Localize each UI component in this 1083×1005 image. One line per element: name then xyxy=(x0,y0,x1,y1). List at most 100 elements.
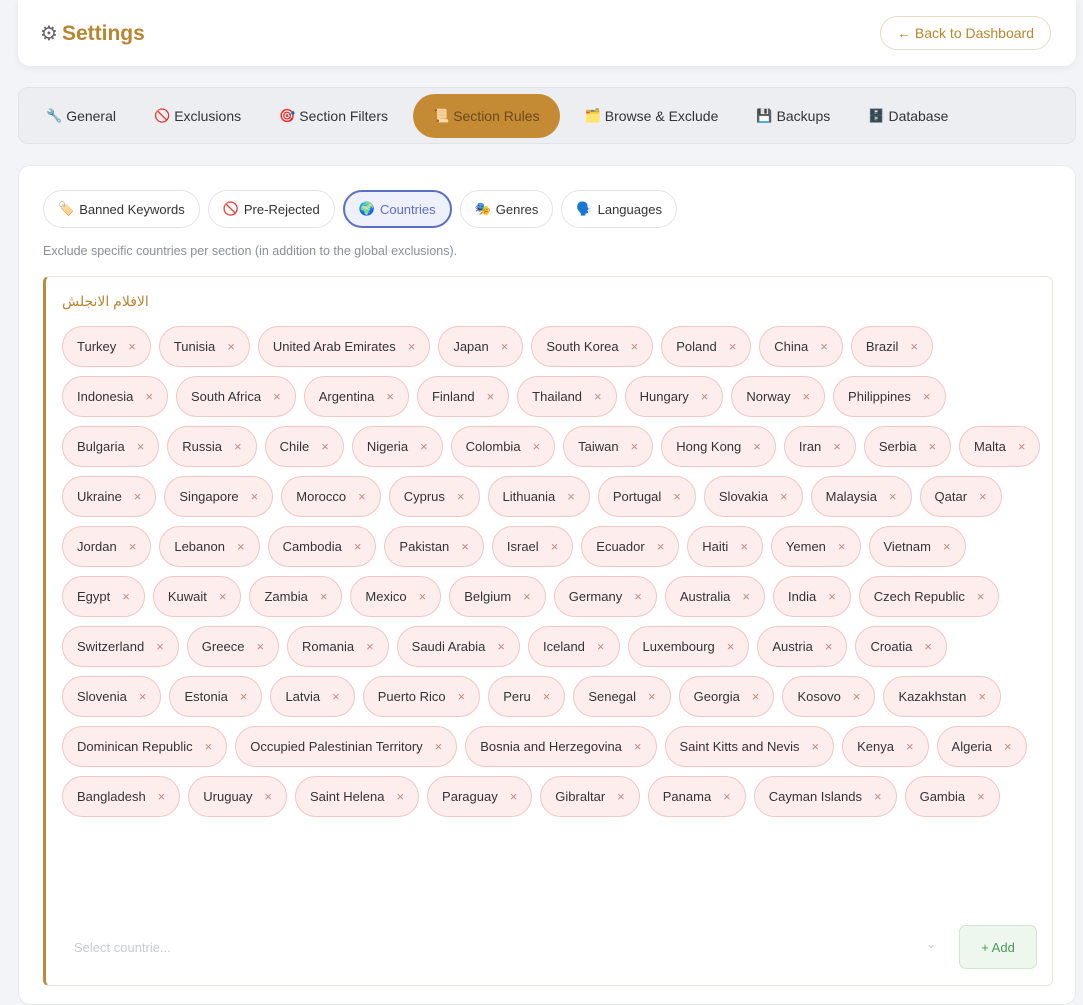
remove-country-icon[interactable]: × xyxy=(833,439,841,454)
remove-country-icon[interactable]: × xyxy=(631,339,639,354)
remove-country-icon[interactable]: × xyxy=(457,489,465,504)
remove-country-icon[interactable]: × xyxy=(501,339,509,354)
remove-country-icon[interactable]: × xyxy=(979,489,987,504)
tab-exclusions[interactable]: 🚫 Exclusions xyxy=(141,94,254,138)
remove-country-icon[interactable]: × xyxy=(137,439,145,454)
remove-country-icon[interactable]: × xyxy=(838,539,846,554)
remove-country-icon[interactable]: × xyxy=(634,589,642,604)
remove-country-icon[interactable]: × xyxy=(420,439,428,454)
remove-country-icon[interactable]: × xyxy=(366,639,374,654)
remove-country-icon[interactable]: × xyxy=(386,389,394,404)
remove-country-icon[interactable]: × xyxy=(523,589,531,604)
remove-country-icon[interactable]: × xyxy=(617,789,625,804)
remove-country-icon[interactable]: × xyxy=(533,439,541,454)
remove-country-icon[interactable]: × xyxy=(408,339,416,354)
remove-country-icon[interactable]: × xyxy=(729,339,737,354)
tab-browse-exclude[interactable]: 🗂️ Browse & Exclude xyxy=(572,94,732,138)
remove-country-icon[interactable]: × xyxy=(594,389,602,404)
remove-country-icon[interactable]: × xyxy=(227,339,235,354)
remove-country-icon[interactable]: × xyxy=(543,689,551,704)
remove-country-icon[interactable]: × xyxy=(906,739,914,754)
remove-country-icon[interactable]: × xyxy=(752,689,760,704)
remove-country-icon[interactable]: × xyxy=(264,789,272,804)
remove-country-icon[interactable]: × xyxy=(631,439,639,454)
remove-country-icon[interactable]: × xyxy=(510,789,518,804)
remove-country-icon[interactable]: × xyxy=(723,789,731,804)
remove-country-icon[interactable]: × xyxy=(780,489,788,504)
remove-country-icon[interactable]: × xyxy=(205,739,213,754)
remove-country-icon[interactable]: × xyxy=(825,639,833,654)
remove-country-icon[interactable]: × xyxy=(487,389,495,404)
remove-country-icon[interactable]: × xyxy=(978,689,986,704)
remove-country-icon[interactable]: × xyxy=(889,489,897,504)
remove-country-icon[interactable]: × xyxy=(551,539,559,554)
remove-country-icon[interactable]: × xyxy=(928,439,936,454)
remove-country-icon[interactable]: × xyxy=(811,739,819,754)
subtab-languages[interactable]: 🗣️ Languages xyxy=(561,190,677,228)
remove-country-icon[interactable]: × xyxy=(802,389,810,404)
country-select[interactable]: Select countrie... ⌄ xyxy=(62,925,942,969)
tab-general[interactable]: 🔧 General xyxy=(33,94,129,138)
remove-country-icon[interactable]: × xyxy=(358,489,366,504)
subtab-countries[interactable]: 🌍 Countries xyxy=(342,190,452,228)
remove-country-icon[interactable]: × xyxy=(1018,439,1026,454)
remove-country-icon[interactable]: × xyxy=(396,789,404,804)
remove-country-icon[interactable]: × xyxy=(435,739,443,754)
remove-country-icon[interactable]: × xyxy=(742,589,750,604)
remove-country-icon[interactable]: × xyxy=(828,589,836,604)
remove-country-icon[interactable]: × xyxy=(237,539,245,554)
remove-country-icon[interactable]: × xyxy=(145,389,153,404)
remove-country-icon[interactable]: × xyxy=(158,789,166,804)
remove-country-icon[interactable]: × xyxy=(1004,739,1012,754)
remove-country-icon[interactable]: × xyxy=(134,489,142,504)
remove-country-icon[interactable]: × xyxy=(753,439,761,454)
remove-country-icon[interactable]: × xyxy=(597,639,605,654)
remove-country-icon[interactable]: × xyxy=(657,539,665,554)
remove-country-icon[interactable]: × xyxy=(977,789,985,804)
remove-country-icon[interactable]: × xyxy=(727,639,735,654)
subtab-pre-rejected[interactable]: 🚫 Pre-Rejected xyxy=(207,190,335,228)
tab-section-rules[interactable]: 📜 Section Rules xyxy=(413,93,560,138)
remove-country-icon[interactable]: × xyxy=(853,689,861,704)
remove-country-icon[interactable]: × xyxy=(419,589,427,604)
remove-country-icon[interactable]: × xyxy=(820,339,828,354)
country-chip: Colombia × xyxy=(450,426,556,467)
remove-country-icon[interactable]: × xyxy=(497,639,505,654)
back-to-dashboard-button[interactable]: ← Back to Dashboard xyxy=(880,16,1051,50)
remove-country-icon[interactable]: × xyxy=(701,389,709,404)
remove-country-icon[interactable]: × xyxy=(332,689,340,704)
remove-country-icon[interactable]: × xyxy=(156,639,164,654)
remove-country-icon[interactable]: × xyxy=(122,589,130,604)
remove-country-icon[interactable]: × xyxy=(648,689,656,704)
remove-country-icon[interactable]: × xyxy=(673,489,681,504)
subtab-genres[interactable]: 🎭 Genres xyxy=(459,190,554,228)
remove-country-icon[interactable]: × xyxy=(139,689,147,704)
remove-country-icon[interactable]: × xyxy=(943,539,951,554)
subtab-banned-keywords[interactable]: 🏷️ Banned Keywords xyxy=(43,190,200,228)
remove-country-icon[interactable]: × xyxy=(923,389,931,404)
remove-country-icon[interactable]: × xyxy=(977,589,985,604)
remove-country-icon[interactable]: × xyxy=(924,639,932,654)
remove-country-icon[interactable]: × xyxy=(458,689,466,704)
remove-country-icon[interactable]: × xyxy=(910,339,918,354)
remove-country-icon[interactable]: × xyxy=(461,539,469,554)
remove-country-icon[interactable]: × xyxy=(251,489,259,504)
remove-country-icon[interactable]: × xyxy=(321,439,329,454)
remove-country-icon[interactable]: × xyxy=(240,689,248,704)
tab-database[interactable]: 🗄️ Database xyxy=(855,94,961,138)
remove-country-icon[interactable]: × xyxy=(128,339,136,354)
add-country-button[interactable]: + Add xyxy=(959,925,1037,969)
remove-country-icon[interactable]: × xyxy=(219,589,227,604)
remove-country-icon[interactable]: × xyxy=(320,589,328,604)
remove-country-icon[interactable]: × xyxy=(740,539,748,554)
remove-country-icon[interactable]: × xyxy=(273,389,281,404)
remove-country-icon[interactable]: × xyxy=(234,439,242,454)
tab-section-filters[interactable]: 🎯 Section Filters xyxy=(266,94,401,138)
remove-country-icon[interactable]: × xyxy=(354,539,362,554)
tab-backups[interactable]: 💾 Backups xyxy=(743,94,843,138)
remove-country-icon[interactable]: × xyxy=(256,639,264,654)
remove-country-icon[interactable]: × xyxy=(634,739,642,754)
remove-country-icon[interactable]: × xyxy=(129,539,137,554)
remove-country-icon[interactable]: × xyxy=(567,489,575,504)
remove-country-icon[interactable]: × xyxy=(874,789,882,804)
